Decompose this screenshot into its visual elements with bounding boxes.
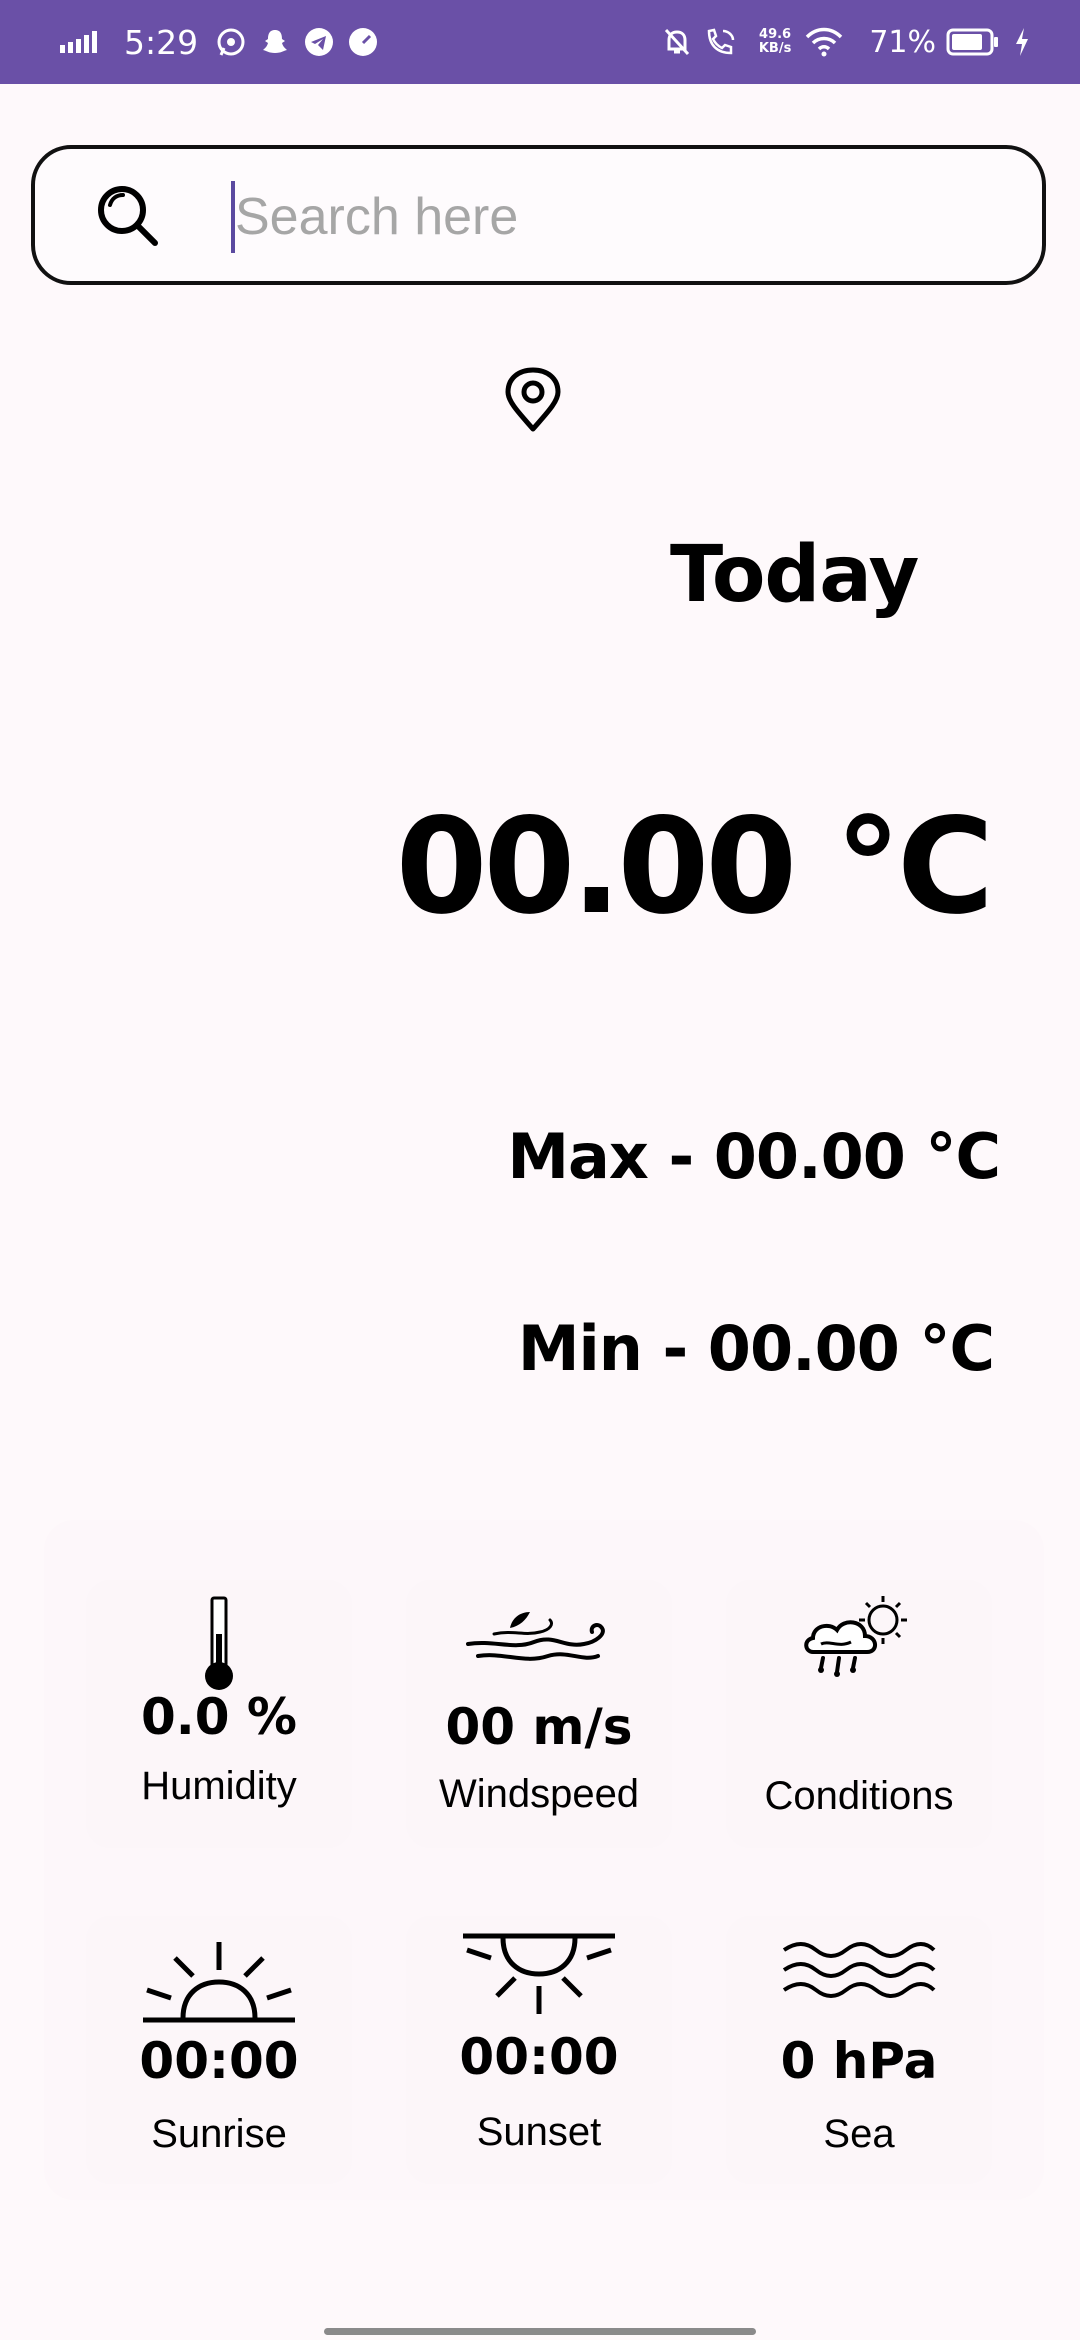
signal-icon [60, 31, 100, 53]
windspeed-value: 00 m/s [445, 1698, 633, 1756]
status-time: 5:29 [124, 22, 199, 62]
waves-icon [726, 1940, 992, 2000]
telegram-icon [304, 27, 334, 57]
text-cursor [231, 181, 235, 253]
wind-icon [406, 1604, 672, 1674]
sea-pressure-card: 0 hPa Sea [726, 1916, 992, 2184]
conditions-label: Conditions [764, 1774, 954, 1818]
windspeed-label: Windspeed [438, 1772, 640, 1816]
day-label: Today [670, 530, 919, 620]
thermometer-icon [86, 1594, 352, 1694]
sunset-label: Sunset [476, 2110, 602, 2154]
sunrise-label: Sunrise [151, 2112, 287, 2156]
whatsapp-icon [216, 27, 246, 57]
speedometer-icon [348, 27, 378, 57]
network-speed-value: 49.6 [759, 27, 792, 42]
sunset-card: 00:00 Sunset [406, 1916, 672, 2184]
search-input[interactable] [203, 179, 1003, 255]
sunset-value: 00:00 [459, 2028, 619, 2086]
status-bar: 5:29 49.6 KB/s 71% [0, 0, 1080, 84]
max-temperature: Max - 00.00 °C [507, 1120, 1001, 1193]
status-bar-left: 5:29 [60, 0, 392, 84]
home-indicator[interactable] [324, 2328, 756, 2335]
min-temperature: Min - 00.00 °C [517, 1312, 995, 1385]
search-bar[interactable] [31, 145, 1046, 285]
weather-details-panel: 0.0 % Humidity 00 m/s Windspeed Conditio… [44, 1520, 1044, 2200]
network-speed-unit: KB/s [758, 41, 792, 56]
status-bar-right: 49.6 KB/s 71% [663, 0, 1044, 84]
sunrise-value: 00:00 [139, 2032, 299, 2090]
sea-pressure-label: Sea [823, 2112, 895, 2156]
conditions-card: Conditions [726, 1580, 992, 1848]
sunset-icon [406, 1930, 672, 2020]
humidity-value: 0.0 % [140, 1688, 298, 1746]
wifi-icon [805, 27, 843, 57]
snapchat-icon [260, 27, 290, 57]
battery-percent: 71% [869, 24, 936, 60]
humidity-label: Humidity [141, 1764, 297, 1808]
windspeed-card: 00 m/s Windspeed [406, 1580, 672, 1848]
location-pin-icon[interactable] [500, 366, 566, 439]
mute-bell-icon [663, 27, 691, 57]
sunrise-card: 00:00 Sunrise [86, 1916, 352, 2184]
sunrise-icon [86, 1938, 352, 2028]
cloud-sun-rain-icon [726, 1590, 992, 1690]
charging-icon [1014, 27, 1030, 57]
search-icon[interactable] [95, 183, 161, 254]
current-temperature: 00.00 °C [395, 790, 994, 944]
wifi-calling-icon [705, 27, 737, 57]
humidity-card: 0.0 % Humidity [86, 1580, 352, 1848]
network-speed: 49.6 KB/s [759, 28, 791, 56]
sea-pressure-value: 0 hPa [780, 2032, 938, 2090]
battery-icon [946, 28, 1000, 56]
